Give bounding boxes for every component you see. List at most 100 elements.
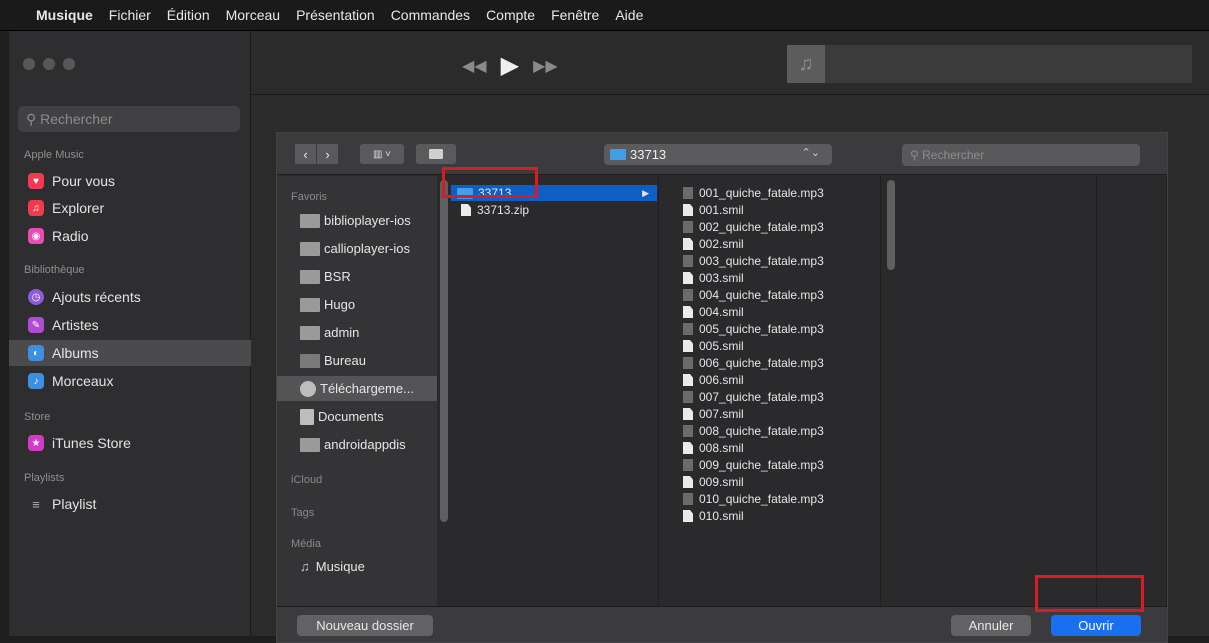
menu-bar: Musique Fichier Édition Morceau Présenta… [0,0,1209,31]
music-note-icon: ♪ [28,373,44,389]
favorite-item[interactable]: callioplayer-ios [277,236,437,261]
list-item[interactable]: 008.smil [683,440,744,456]
favorite-item[interactable]: Hugo [277,292,437,317]
menu-aide[interactable]: Aide [607,0,651,31]
list-item[interactable]: 009.smil [683,474,744,490]
list-item[interactable]: 003.smil [683,270,744,286]
favorite-item[interactable]: Bureau [277,348,437,373]
list-item[interactable]: 006_quiche_fatale.mp3 [683,355,824,371]
menu-fichier[interactable]: Fichier [101,0,159,31]
favorite-item[interactable]: androidappdis [277,432,437,457]
icloud-label: iCloud [291,474,323,486]
list-item[interactable]: 001_quiche_fatale.mp3 [683,185,824,201]
open-button[interactable]: Ouvrir [1051,615,1141,636]
favorites-label: Favoris [291,191,328,203]
sidebar-item-albums[interactable]: ◐ Albums [9,340,251,366]
sidebar: ⚲ Rechercher Apple Music ♥ Pour vous ♫ E… [9,31,251,636]
new-folder-button[interactable]: Nouveau dossier [297,615,433,636]
list-item-zip[interactable]: 33713.zip [461,202,529,218]
list-item[interactable]: 005.smil [683,338,744,354]
cancel-button[interactable]: Annuler [951,615,1031,636]
favorite-item[interactable]: BSR [277,264,437,289]
file-icon [683,476,693,488]
microphone-icon: ✎ [28,317,44,333]
sidebar-item-itunes-store[interactable]: ★ iTunes Store [9,430,251,456]
music-note-icon: ♫ [300,559,310,574]
file-icon [683,272,693,284]
list-item[interactable]: 002.smil [683,236,744,252]
section-store: Store [24,411,51,423]
close-window-button[interactable] [23,58,35,70]
forward-button[interactable]: › [317,144,339,164]
favorite-item[interactable]: biblioplayer-ios [277,208,437,233]
list-item[interactable]: 010.smil [683,508,744,524]
back-button[interactable]: ‹ [295,144,317,164]
sidebar-item-ajouts-recents[interactable]: ◷ Ajouts récents [9,284,251,310]
radio-waves-icon: ◉ [28,228,44,244]
list-item[interactable]: 002_quiche_fatale.mp3 [683,219,824,235]
list-item[interactable]: 006.smil [683,372,744,388]
folder-icon [300,325,320,340]
list-item[interactable]: 003_quiche_fatale.mp3 [683,253,824,269]
play-icon[interactable]: ▶ [501,51,519,80]
sidebar-item-pour-vous[interactable]: ♥ Pour vous [9,168,251,194]
file-icon [683,374,693,386]
now-playing-display: ♫ [787,45,1192,83]
favorite-item[interactable]: Documents [277,404,437,429]
sidebar-item-explorer[interactable]: ♫ Explorer [9,195,251,221]
media-item-musique[interactable]: ♫ Musique [277,554,437,579]
sidebar-item-artistes[interactable]: ✎ Artistes [9,312,251,338]
sidebar-search-input[interactable]: ⚲ Rechercher [18,106,240,132]
menu-fenetre[interactable]: Fenêtre [543,0,607,31]
folder-icon [429,149,443,159]
view-mode-button[interactable]: ▥ ˅ [360,144,404,164]
scrollbar[interactable] [887,180,895,270]
folder-icon [300,241,320,256]
list-item[interactable]: 007_quiche_fatale.mp3 [683,389,824,405]
menu-musique[interactable]: Musique [28,0,101,31]
list-item[interactable]: 009_quiche_fatale.mp3 [683,457,824,473]
rewind-icon[interactable]: ◀◀ [462,56,487,76]
list-item[interactable]: 004.smil [683,304,744,320]
dialog-search-input[interactable]: ⚲ Rechercher [902,144,1140,166]
music-app-window: ⚲ Rechercher Apple Music ♥ Pour vous ♫ E… [9,31,1209,643]
highlight-box-folder [442,167,538,198]
folder-icon [300,437,320,452]
playlist-icon: ≡ [32,496,40,512]
file-icon [683,340,693,352]
heart-icon: ♥ [28,173,44,189]
sidebar-item-radio[interactable]: ◉ Radio [9,223,251,249]
list-item[interactable]: 007.smil [683,406,744,422]
list-item[interactable]: 010_quiche_fatale.mp3 [683,491,824,507]
scrollbar[interactable] [440,180,448,522]
menu-morceau[interactable]: Morceau [218,0,288,31]
file-icon [683,204,693,216]
audio-file-icon [683,425,693,437]
minimize-window-button[interactable] [43,58,55,70]
list-item[interactable]: 001.smil [683,202,744,218]
favorite-item-downloads[interactable]: Téléchargeme... [277,376,437,401]
menu-commandes[interactable]: Commandes [383,0,478,31]
audio-file-icon [683,323,693,335]
folder-icon [300,297,320,312]
desktop-icon [300,353,320,368]
file-icon [683,238,693,250]
favorite-item[interactable]: admin [277,320,437,345]
section-playlists: Playlists [24,472,65,484]
sidebar-item-playlist[interactable]: ≡ Playlist [9,491,251,517]
menu-presentation[interactable]: Présentation [288,0,383,31]
chevron-right-icon: ▶ [642,187,649,198]
media-label: Média [291,538,321,550]
list-item[interactable]: 004_quiche_fatale.mp3 [683,287,824,303]
zoom-window-button[interactable] [63,58,75,70]
list-item[interactable]: 005_quiche_fatale.mp3 [683,321,824,337]
menu-compte[interactable]: Compte [478,0,543,31]
nav-buttons: ‹ › [295,144,339,164]
path-selector[interactable]: 33713 ⌃⌄ [604,144,832,165]
menu-edition[interactable]: Édition [159,0,218,31]
list-item[interactable]: 008_quiche_fatale.mp3 [683,423,824,439]
new-folder-icon-button[interactable] [416,144,456,164]
fast-forward-icon[interactable]: ▶▶ [533,56,558,76]
audio-file-icon [683,255,693,267]
sidebar-item-morceaux[interactable]: ♪ Morceaux [9,368,251,394]
